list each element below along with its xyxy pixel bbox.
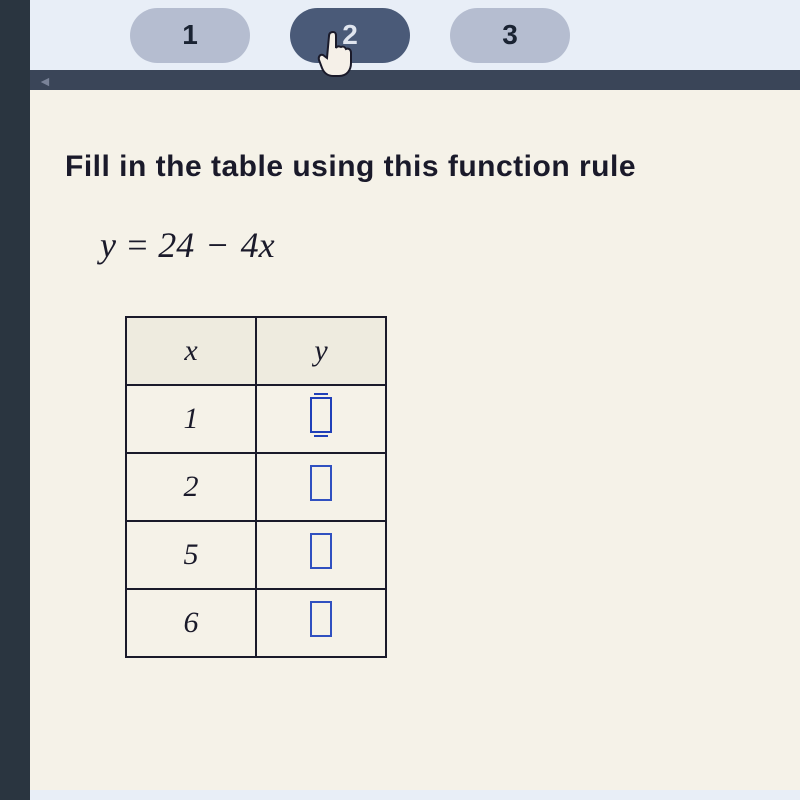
equation-coef: 4 xyxy=(241,225,259,265)
header-y: y xyxy=(256,317,386,385)
x-value: 1 xyxy=(126,385,256,453)
progress-bar: ◄ xyxy=(30,70,800,90)
answer-input[interactable] xyxy=(310,533,332,569)
y-input-cell[interactable] xyxy=(256,589,386,657)
answer-input[interactable] xyxy=(310,601,332,637)
equation-y: y xyxy=(100,225,116,265)
equation-const: 24 xyxy=(158,225,194,265)
nav-step-1[interactable]: 1 xyxy=(130,8,250,63)
x-value: 5 xyxy=(126,521,256,589)
nav-step-3[interactable]: 3 xyxy=(450,8,570,63)
y-input-cell[interactable] xyxy=(256,521,386,589)
answer-input[interactable] xyxy=(310,397,332,433)
function-rule: y = 24 − 4x xyxy=(100,224,765,266)
table-row: 1 xyxy=(126,385,386,453)
equation-var: x xyxy=(259,225,275,265)
x-value: 6 xyxy=(126,589,256,657)
minus-sign: − xyxy=(205,225,229,265)
table-row: 6 xyxy=(126,589,386,657)
y-input-cell[interactable] xyxy=(256,385,386,453)
table-row: 5 xyxy=(126,521,386,589)
x-value: 2 xyxy=(126,453,256,521)
navigation-bar: 1 2 3 xyxy=(30,0,800,70)
instruction-text: Fill in the table using this function ru… xyxy=(65,150,765,184)
header-x: x xyxy=(126,317,256,385)
function-table: x y 1256 xyxy=(125,316,387,658)
table-row: 2 xyxy=(126,453,386,521)
back-arrow-icon[interactable]: ◄ xyxy=(38,73,52,89)
equals-sign: = xyxy=(125,225,158,265)
y-input-cell[interactable] xyxy=(256,453,386,521)
content-area: Fill in the table using this function ru… xyxy=(30,90,800,790)
answer-input[interactable] xyxy=(310,465,332,501)
nav-step-2[interactable]: 2 xyxy=(290,8,410,63)
